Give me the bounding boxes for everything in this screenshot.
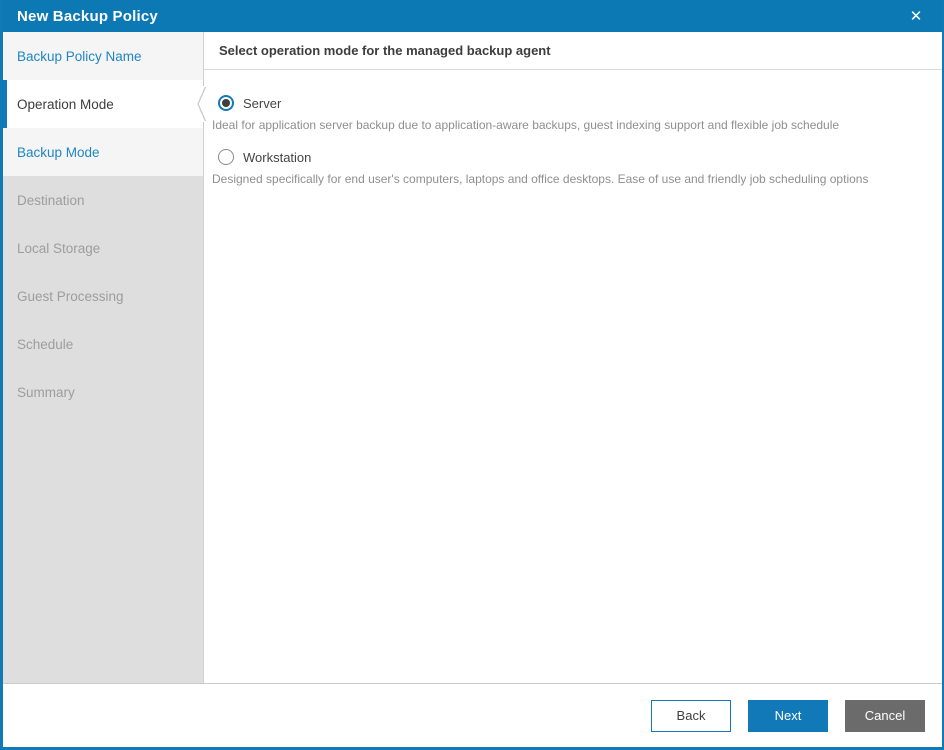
sidebar-item-local-storage: Local Storage — [3, 224, 203, 272]
step-label: Backup Policy Name — [17, 49, 142, 64]
sidebar-filler — [3, 416, 203, 683]
step-label: Operation Mode — [17, 97, 114, 112]
sidebar-item-backup-policy-name[interactable]: Backup Policy Name — [3, 32, 203, 80]
step-content: Select operation mode for the managed ba… — [203, 32, 942, 683]
step-label: Destination — [17, 193, 85, 208]
sidebar-item-backup-mode[interactable]: Backup Mode — [3, 128, 203, 176]
operation-mode-options: Server Ideal for application server back… — [204, 70, 942, 186]
cancel-button[interactable]: Cancel — [845, 700, 925, 732]
workstation-radio-row[interactable]: Workstation — [212, 148, 922, 166]
radio-selected-icon[interactable] — [218, 95, 234, 111]
close-icon[interactable]: ✕ — [902, 0, 930, 32]
dialog-footer: Back Next Cancel — [3, 683, 942, 747]
radio-unselected-icon[interactable] — [218, 149, 234, 165]
option-workstation: Workstation Designed specifically for en… — [212, 148, 922, 186]
option-server: Server Ideal for application server back… — [212, 94, 922, 132]
window-title: New Backup Policy — [17, 8, 158, 25]
page-title: Select operation mode for the managed ba… — [219, 43, 551, 58]
server-radio-label[interactable]: Server — [243, 96, 281, 111]
step-label: Local Storage — [17, 241, 100, 256]
step-label: Guest Processing — [17, 289, 124, 304]
workstation-description: Designed specifically for end user's com… — [212, 172, 922, 186]
step-label: Schedule — [17, 337, 73, 352]
titlebar: New Backup Policy ✕ — [3, 0, 942, 32]
server-radio-row[interactable]: Server — [212, 94, 922, 112]
step-label: Summary — [17, 385, 75, 400]
step-label: Backup Mode — [17, 145, 100, 160]
sidebar-item-schedule: Schedule — [3, 320, 203, 368]
wizard-steps-sidebar: Backup Policy Name Operation Mode Backup… — [3, 32, 203, 683]
dialog-body: Backup Policy Name Operation Mode Backup… — [3, 32, 942, 683]
workstation-radio-label[interactable]: Workstation — [243, 150, 311, 165]
server-description: Ideal for application server backup due … — [212, 118, 922, 132]
sidebar-item-destination: Destination — [3, 176, 203, 224]
sidebar-item-operation-mode[interactable]: Operation Mode — [3, 80, 203, 128]
back-button[interactable]: Back — [651, 700, 731, 732]
sidebar-item-guest-processing: Guest Processing — [3, 272, 203, 320]
next-button[interactable]: Next — [748, 700, 828, 732]
heading-bar: Select operation mode for the managed ba… — [204, 32, 942, 70]
active-step-notch-icon — [195, 86, 207, 122]
new-backup-policy-dialog: New Backup Policy ✕ Backup Policy Name O… — [0, 0, 944, 750]
sidebar-item-summary: Summary — [3, 368, 203, 416]
